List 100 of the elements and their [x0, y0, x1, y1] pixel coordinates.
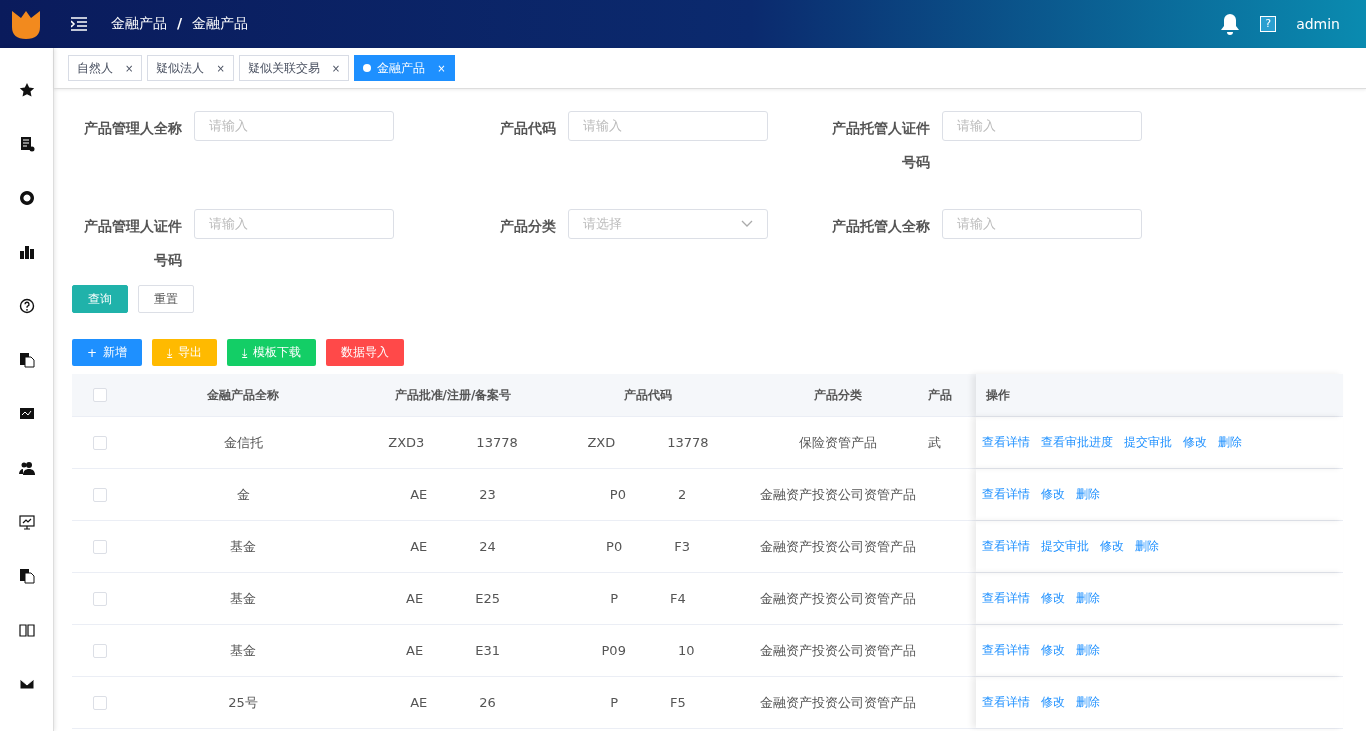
action-link[interactable]: 删除 [1076, 694, 1100, 711]
input-field[interactable]: 请输入 [194, 209, 394, 239]
action-link[interactable]: 删除 [1218, 434, 1242, 451]
table-cell: E31 [475, 643, 500, 658]
page-tab[interactable]: 金融产品 × [354, 55, 455, 81]
input-field[interactable]: 请输入 [942, 111, 1142, 141]
table-cell: AE [406, 643, 424, 658]
table-cell: 金融资产投资公司资管产品 [760, 537, 916, 556]
table-cell: 基金 [230, 589, 256, 608]
row-checkbox[interactable] [93, 539, 107, 554]
column-header: 金融产品全称 [207, 386, 279, 404]
action-link[interactable]: 提交审批 [1124, 434, 1172, 451]
table-cell: 金融资产投资公司资管产品 [760, 589, 916, 608]
action-link[interactable]: 删除 [1135, 538, 1159, 555]
action-link[interactable]: 查看审批进度 [1041, 434, 1113, 451]
action-link[interactable]: 修改 [1041, 486, 1065, 503]
table-cell: P [610, 695, 619, 710]
doc-icon[interactable] [18, 136, 35, 152]
action-link[interactable]: 查看详情 [982, 694, 1030, 711]
page-tab[interactable]: 疑似法人 × [147, 55, 234, 81]
toolbar-button[interactable]: 数据导入 [326, 339, 405, 366]
table-cell: AE [410, 539, 428, 554]
table-cell: ZXD3 [388, 435, 425, 450]
breadcrumb-item: 金融产品 [192, 15, 249, 33]
table-cell: F3 [674, 539, 690, 554]
table-cell: 24 [479, 539, 496, 554]
star-icon[interactable] [18, 82, 35, 98]
input-field[interactable]: 请输入 [942, 209, 1142, 239]
copy-icon[interactable] [18, 568, 35, 584]
action-link[interactable]: 查看详情 [982, 590, 1030, 607]
table-cell: 2 [677, 487, 687, 502]
select-field[interactable]: 请选择 [568, 209, 768, 239]
input-field[interactable]: 请输入 [568, 111, 768, 141]
table-cell: AE [410, 487, 428, 502]
column-header: 产品分类 [814, 386, 862, 404]
table-cell: 金 [236, 485, 250, 504]
monitor-icon[interactable] [18, 514, 35, 530]
page-tab[interactable]: 疑似关联交易 × [238, 55, 350, 81]
action-link[interactable]: 查看详情 [982, 538, 1030, 555]
field-label: 产品分类 [499, 217, 557, 236]
action-link[interactable]: 修改 [1183, 434, 1207, 451]
column-header: 产品 [928, 386, 952, 404]
action-link[interactable]: 查看详情 [982, 434, 1030, 451]
row-checkbox[interactable] [93, 643, 107, 658]
table-cell: 保险资管产品 [799, 433, 877, 452]
table-cell: P0 [609, 487, 626, 502]
table-cell: 武 [928, 433, 941, 452]
column-header: 操作 [986, 386, 1010, 404]
action-link[interactable]: 修改 [1041, 694, 1065, 711]
column-header: 产品代码 [624, 386, 672, 404]
action-link[interactable]: 提交审批 [1041, 538, 1089, 555]
search-button[interactable]: 查询 [72, 285, 128, 313]
chevron-down-icon [741, 220, 753, 228]
action-link[interactable]: 删除 [1076, 486, 1100, 503]
action-link[interactable]: 删除 [1076, 642, 1100, 659]
row-checkbox[interactable] [93, 487, 107, 502]
table-cell: P09 [601, 643, 626, 658]
toolbar-button[interactable]: ⤓ 模板下载 [227, 339, 317, 366]
field-label: 产品管理人证件号码 [83, 217, 183, 270]
users-icon[interactable] [18, 460, 35, 476]
field-label: 产品托管人证件号码 [831, 119, 931, 172]
reset-button[interactable]: 重置 [138, 285, 194, 313]
page-tab[interactable]: 自然人 × [68, 55, 143, 81]
action-link[interactable]: 查看详情 [982, 642, 1030, 659]
action-link[interactable]: 查看详情 [982, 486, 1030, 503]
row-checkbox[interactable] [93, 591, 107, 606]
table-cell: 金融资产投资公司资管产品 [760, 641, 916, 660]
table-cell: 基金 [230, 537, 256, 556]
book-icon[interactable] [18, 622, 35, 638]
row-checkbox[interactable] [93, 695, 107, 710]
user-name[interactable]: admin [1296, 16, 1340, 32]
ring-icon[interactable] [18, 190, 35, 206]
bell-icon[interactable] [1220, 13, 1241, 35]
table-cell: ZXD [587, 435, 616, 450]
table-cell: F4 [670, 591, 686, 606]
table-cell: F5 [670, 695, 686, 710]
toolbar-button[interactable]: + 新增 [72, 339, 143, 366]
action-link[interactable]: 修改 [1041, 642, 1065, 659]
table-cell: 金融资产投资公司资管产品 [760, 693, 916, 712]
help-icon[interactable] [18, 298, 35, 314]
table-cell: 金融资产投资公司资管产品 [760, 485, 916, 504]
row-checkbox[interactable] [93, 435, 107, 450]
breadcrumb-separator: / [177, 15, 183, 33]
bars-icon[interactable] [18, 244, 35, 260]
menu-icon[interactable] [71, 17, 87, 31]
action-link[interactable]: 修改 [1100, 538, 1124, 555]
table-cell: 基金 [230, 641, 256, 660]
help-button[interactable]: ? [1260, 16, 1277, 32]
table-cell: 25号 [228, 693, 258, 712]
input-field[interactable]: 请输入 [194, 111, 394, 141]
breadcrumb-item[interactable]: 金融产品 [111, 15, 167, 33]
field-label: 产品托管人全称 [831, 217, 931, 236]
select-all-checkbox[interactable] [93, 388, 107, 402]
action-link[interactable]: 删除 [1076, 590, 1100, 607]
chart-icon[interactable] [18, 406, 35, 422]
toolbar-button[interactable]: ⤓ 导出 [152, 339, 218, 366]
action-link[interactable]: 修改 [1041, 590, 1065, 607]
table-cell: P [610, 591, 619, 606]
copy-icon[interactable] [18, 352, 35, 368]
table-cell: 13778 [667, 435, 709, 450]
